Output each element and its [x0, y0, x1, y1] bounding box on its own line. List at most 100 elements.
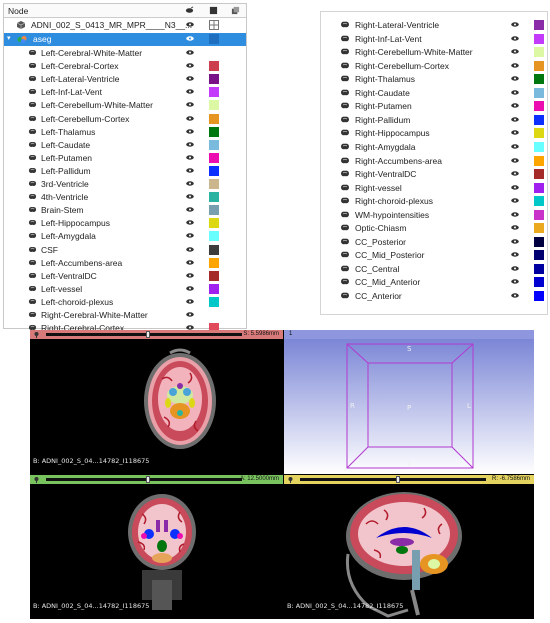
segment-color-swatch[interactable] — [534, 263, 544, 274]
segment-color-swatch[interactable] — [209, 296, 219, 307]
segment-row[interactable]: Right-Cerebral-White-Matter — [4, 309, 246, 322]
expand-arrow-icon[interactable]: ▾ — [7, 34, 11, 42]
segment-color-swatch[interactable] — [534, 277, 544, 288]
segment-row[interactable]: Right-Accumbens-area — [321, 154, 547, 167]
segment-row[interactable]: Left-Thalamus — [4, 126, 246, 139]
visibility-eye-icon[interactable] — [186, 63, 194, 68]
segment-row[interactable]: CC_Posterior — [321, 235, 547, 248]
segment-color-swatch[interactable] — [534, 196, 544, 207]
segment-row[interactable]: CSF — [4, 244, 246, 257]
segment-row[interactable]: Right-Putamen — [321, 99, 547, 112]
segment-color-swatch[interactable] — [209, 270, 219, 281]
segment-color-swatch[interactable] — [209, 179, 219, 189]
segment-row[interactable]: 4th-Ventricle — [4, 191, 246, 204]
segment-color-swatch[interactable] — [209, 231, 219, 242]
visibility-eye-icon[interactable] — [511, 225, 519, 230]
segment-color-swatch[interactable] — [209, 283, 219, 294]
visibility-eye-icon[interactable] — [186, 22, 194, 27]
slice-view-icon[interactable] — [209, 20, 219, 30]
segment-color-swatch[interactable] — [534, 33, 544, 44]
segment-row[interactable]: Right-vessel — [321, 181, 547, 194]
segment-row[interactable]: Right-Cerebellum-Cortex — [321, 59, 547, 72]
segment-color-swatch[interactable] — [534, 60, 544, 71]
segment-color-swatch[interactable] — [209, 205, 219, 216]
visibility-eye-icon[interactable] — [511, 90, 519, 95]
segment-row[interactable]: Brain-Stem — [4, 204, 246, 217]
segment-row[interactable]: Right-Amygdala — [321, 140, 547, 153]
segment-color-swatch[interactable] — [209, 100, 219, 111]
segment-row[interactable]: Right-Cerebellum-White-Matter — [321, 45, 547, 58]
three-d-view[interactable]: 1 S R L P I — [284, 330, 534, 474]
segment-row[interactable]: Left-Hippocampus — [4, 217, 246, 230]
segment-row[interactable]: Left-Pallidum — [4, 165, 246, 178]
pin-icon[interactable] — [287, 476, 294, 483]
visibility-eye-icon[interactable] — [186, 286, 194, 291]
visibility-eye-icon[interactable] — [186, 207, 194, 212]
segment-row[interactable]: Right-Hippocampus — [321, 126, 547, 139]
visibility-eye-icon[interactable] — [511, 35, 519, 41]
visibility-eye-icon[interactable] — [511, 103, 519, 108]
segment-color-swatch[interactable] — [534, 250, 544, 261]
segment-row[interactable]: Left-Caudate — [4, 139, 246, 152]
yellow-slice-view[interactable]: R: -6.7586mm B: ADNI_002_S_04...14782_I1… — [284, 475, 534, 619]
segment-row[interactable]: CC_Anterior — [321, 289, 547, 302]
visibility-eye-icon[interactable] — [186, 168, 194, 173]
segment-color-swatch[interactable] — [534, 182, 544, 193]
segment-color-swatch[interactable] — [209, 165, 219, 176]
segment-row[interactable]: Left-Amygdala — [4, 230, 246, 243]
visibility-eye-icon[interactable] — [186, 259, 194, 265]
segment-color-swatch[interactable] — [534, 74, 544, 85]
visibility-eye-icon[interactable] — [186, 181, 194, 186]
segment-row[interactable]: Right-Inf-Lat-Vent — [321, 32, 547, 45]
slice-offset-slider[interactable] — [46, 333, 242, 336]
segment-color-swatch[interactable] — [534, 20, 544, 30]
visibility-eye-icon[interactable] — [186, 299, 194, 304]
segment-row[interactable]: CC_Mid_Posterior — [321, 248, 547, 261]
visibility-eye-icon[interactable] — [511, 49, 519, 54]
visibility-eye-icon[interactable] — [511, 239, 519, 244]
segment-color-swatch[interactable] — [534, 101, 544, 112]
visibility-eye-icon[interactable] — [186, 76, 194, 81]
segment-row[interactable]: Left-Cerebral-Cortex — [4, 60, 246, 73]
layer-column-icon[interactable] — [231, 6, 240, 15]
segment-color-swatch[interactable] — [209, 152, 219, 163]
segment-color-swatch[interactable] — [209, 257, 219, 268]
segment-color-swatch[interactable] — [209, 126, 219, 137]
visibility-eye-icon[interactable] — [186, 89, 194, 94]
visibility-eye-icon[interactable] — [511, 22, 519, 27]
visibility-eye-icon[interactable] — [511, 76, 519, 81]
segmentation-color-swatch[interactable] — [209, 34, 219, 44]
visibility-eye-icon[interactable] — [186, 155, 194, 160]
red-slice-view[interactable]: S: 5.5986mm B: ADNI_002_S_04...14782_I11… — [30, 330, 283, 474]
visibility-eye-icon[interactable] — [186, 220, 194, 225]
visibility-eye-icon[interactable] — [186, 102, 194, 108]
visibility-eye-icon[interactable] — [186, 36, 194, 41]
slice-offset-slider[interactable] — [300, 478, 486, 481]
node-column-header[interactable]: Node — [8, 6, 28, 16]
segment-row[interactable]: Right-choroid-plexus — [321, 194, 547, 207]
pin-icon[interactable] — [33, 476, 40, 483]
tree-row-aseg[interactable]: ▾ aseg — [4, 33, 246, 46]
segment-color-swatch[interactable] — [209, 192, 219, 203]
green-slice-view[interactable]: A: 12.5000mm B: ADNI_002_S_04...14782_I1… — [30, 475, 283, 619]
slider-knob[interactable] — [396, 476, 400, 483]
segment-row[interactable]: WM-hypointensities — [321, 208, 547, 221]
visibility-eye-icon[interactable] — [186, 233, 194, 239]
segment-row[interactable]: Left-Cerebellum-Cortex — [4, 113, 246, 126]
visibility-eye-icon[interactable] — [511, 211, 519, 217]
segment-row[interactable]: Right-Pallidum — [321, 113, 547, 126]
segment-row[interactable]: Left-Cerebral-White-Matter — [4, 47, 246, 60]
visibility-eye-icon[interactable] — [186, 141, 194, 147]
segment-color-swatch[interactable] — [534, 114, 544, 125]
visibility-eye-icon[interactable] — [186, 272, 194, 278]
visibility-eye-icon[interactable] — [186, 246, 194, 252]
segment-color-swatch[interactable] — [209, 61, 219, 72]
segment-row[interactable]: CC_Mid_Anterior — [321, 275, 547, 288]
eye-column-icon[interactable] — [185, 6, 194, 15]
segment-row[interactable]: Right-Thalamus — [321, 72, 547, 85]
segment-row[interactable]: Right-Caudate — [321, 86, 547, 99]
segment-color-swatch[interactable] — [534, 87, 544, 98]
segment-row[interactable]: Left-choroid-plexus — [4, 296, 246, 309]
segment-row[interactable]: Left-Cerebellum-White-Matter — [4, 99, 246, 112]
visibility-eye-icon[interactable] — [511, 198, 519, 203]
